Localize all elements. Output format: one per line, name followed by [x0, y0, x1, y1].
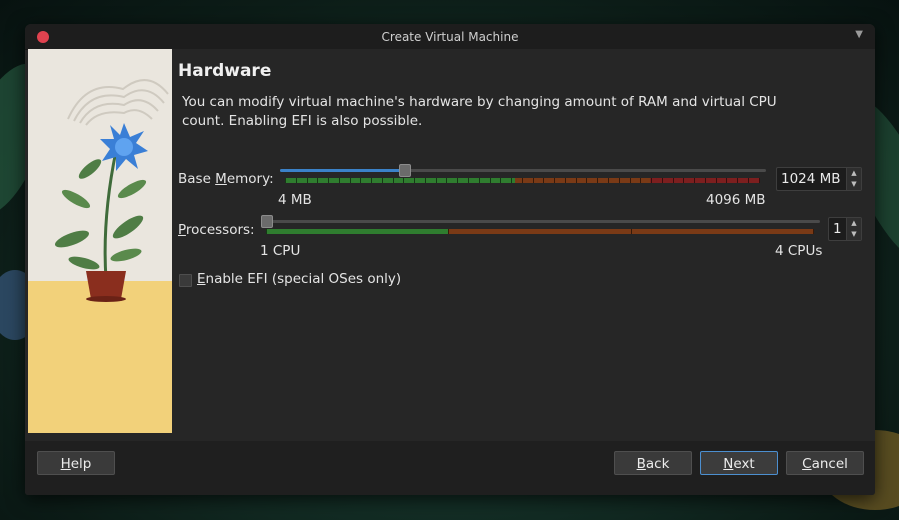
chevron-down-icon[interactable]: ▼ — [855, 29, 863, 40]
arrow-up-icon[interactable]: ▲ — [847, 168, 861, 179]
cancel-button[interactable]: Cancel — [786, 451, 864, 475]
page-title: Hardware — [178, 61, 272, 81]
memory-ticks — [285, 178, 760, 183]
processors-label: Processors: — [178, 222, 255, 238]
wizard-illustration — [28, 49, 172, 433]
help-button-rest: elp — [70, 456, 92, 472]
processors-value[interactable]: 1 — [833, 221, 842, 237]
memory-spinbox[interactable]: 1024 MB ▲ ▼ — [776, 167, 862, 191]
processors-ticks — [266, 229, 814, 234]
memory-min-label: 4 MB — [278, 192, 312, 208]
processors-spin-buttons[interactable]: ▲ ▼ — [846, 218, 861, 240]
memory-slider-fill — [280, 169, 403, 172]
enable-efi-label-mnemonic: E — [197, 271, 206, 287]
hardware-page: Hardware You can modify virtual machine'… — [172, 49, 875, 441]
window-title: Create Virtual Machine — [381, 30, 519, 44]
dialog-footer: Help Back Next Cancel — [25, 441, 875, 495]
processors-slider-track — [261, 220, 820, 223]
back-button-mnemonic: B — [636, 456, 646, 472]
page-description: You can modify virtual machine's hardwar… — [182, 94, 777, 129]
arrow-up-icon[interactable]: ▲ — [847, 218, 861, 229]
base-memory-label-suffix: emory: — [226, 171, 274, 187]
next-button-mnemonic: N — [723, 456, 734, 472]
processors-label-mnemonic: P — [178, 222, 186, 238]
create-vm-dialog: Create Virtual Machine ▼ Hardware You ca… — [25, 24, 875, 495]
back-button-rest: ack — [645, 456, 670, 472]
base-memory-slider[interactable] — [280, 161, 766, 187]
title-bar: Create Virtual Machine ▼ — [25, 24, 875, 50]
processors-label-suffix: rocessors: — [185, 222, 255, 238]
processors-max-label: 4 CPUs — [775, 243, 823, 259]
help-button-mnemonic: H — [60, 456, 71, 472]
memory-value[interactable]: 1024 MB — [781, 171, 841, 187]
next-button[interactable]: Next — [700, 451, 778, 475]
memory-spin-buttons[interactable]: ▲ ▼ — [846, 168, 861, 190]
enable-efi-checkbox[interactable] — [179, 274, 192, 287]
memory-slider-handle[interactable] — [399, 164, 411, 177]
arrow-down-icon[interactable]: ▼ — [847, 179, 861, 190]
plant-illustration — [28, 49, 172, 433]
help-button[interactable]: Help — [37, 451, 115, 475]
base-memory-label-mnemonic: M — [215, 171, 227, 187]
arrow-down-icon[interactable]: ▼ — [847, 229, 861, 240]
processors-spinbox[interactable]: 1 ▲ ▼ — [828, 217, 862, 241]
base-memory-label: Base Memory: — [178, 171, 274, 187]
next-button-rest: ext — [733, 456, 755, 472]
back-button[interactable]: Back — [614, 451, 692, 475]
memory-max-label: 4096 MB — [706, 192, 766, 208]
base-memory-label-prefix: Base — [178, 171, 216, 187]
processors-min-label: 1 CPU — [260, 243, 301, 259]
processors-slider-handle[interactable] — [261, 215, 273, 228]
processors-slider[interactable] — [261, 212, 820, 238]
enable-efi-label-suffix: nable EFI (special OSes only) — [205, 271, 402, 287]
cancel-button-mnemonic: C — [802, 456, 812, 472]
enable-efi-label[interactable]: Enable EFI (special OSes only) — [197, 271, 401, 287]
cancel-button-rest: ancel — [811, 456, 848, 472]
